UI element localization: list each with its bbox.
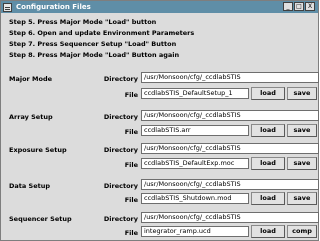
array-setup-save-button[interactable]: save <box>287 124 317 137</box>
data-setup-save-button[interactable]: save <box>287 192 317 205</box>
array-setup-file-label: File <box>124 128 138 136</box>
array-setup-load-button[interactable]: load <box>251 124 285 137</box>
sequencer-setup-file-field[interactable]: integrator_ramp.ucd <box>141 226 249 237</box>
data-setup-file-field[interactable]: ccdlabSTIS_Shutdown.mod <box>141 193 249 204</box>
exposure-setup-label: Exposure Setup <box>9 146 67 154</box>
major-mode-label: Major Mode <box>9 75 53 83</box>
window-title: Configuration Files <box>16 3 91 11</box>
sequencer-setup-label: Sequencer Setup <box>9 215 72 223</box>
step-5: Step 5. Press Major Mode "Load" button <box>9 18 157 26</box>
data-setup-directory-field[interactable]: /usr/Monsoon/cfg/_ccdlabSTIS <box>141 179 319 190</box>
array-setup-label: Array Setup <box>9 113 53 121</box>
maximize-button[interactable]: □ <box>294 2 304 11</box>
close-button[interactable]: X <box>305 2 315 11</box>
instructions: Step 5. Press Major Mode "Load" button S… <box>9 17 194 61</box>
step-7: Step 7. Press Sequencer Setup "Load" But… <box>9 40 177 48</box>
exposure-setup-directory-field[interactable]: /usr/Monsoon/cfg/_ccdlabSTIS <box>141 143 319 154</box>
array-setup-file-field[interactable]: ccdlabSTIS.arr <box>141 125 249 136</box>
major-mode-file-field[interactable]: ccdlabSTIS_DefaultSetup_1 <box>141 88 249 99</box>
configuration-files-window: Configuration Files _ □ X Step 5. Press … <box>0 0 319 241</box>
data-setup-file-label: File <box>124 196 138 204</box>
array-setup-directory-field[interactable]: /usr/Monsoon/cfg/_ccdlabSTIS <box>141 110 319 121</box>
system-menu-icon[interactable] <box>3 2 12 12</box>
sequencer-setup-load-button[interactable]: load <box>251 225 285 238</box>
major-mode-load-button[interactable]: load <box>251 87 285 100</box>
exposure-setup-file-label: File <box>124 161 138 169</box>
exposure-setup-load-button[interactable]: load <box>251 157 285 170</box>
minimize-button[interactable]: _ <box>283 2 293 11</box>
sequencer-setup-comp-button[interactable]: comp <box>287 225 317 238</box>
data-setup-directory-label: Directory <box>103 182 138 190</box>
major-mode-directory-field[interactable]: /usr/Monsoon/cfg/_ccdlabSTIS <box>141 72 319 83</box>
sequencer-setup-file-label: File <box>124 229 138 237</box>
step-6: Step 6. Open and update Environment Para… <box>9 29 195 37</box>
data-setup-load-button[interactable]: load <box>251 192 285 205</box>
array-setup-directory-label: Directory <box>103 113 138 121</box>
major-mode-directory-label: Directory <box>103 75 138 83</box>
exposure-setup-directory-label: Directory <box>103 146 138 154</box>
title-bar[interactable]: Configuration Files _ □ X <box>1 1 318 13</box>
data-setup-label: Data Setup <box>9 182 51 190</box>
sequencer-setup-directory-field[interactable]: /usr/Monsoon/cfg/_ccdlabSTIS <box>141 212 319 223</box>
exposure-setup-file-field[interactable]: ccdlabSTIS_DefaultExp.moc <box>141 158 249 169</box>
sequencer-setup-directory-label: Directory <box>103 215 138 223</box>
exposure-setup-save-button[interactable]: save <box>287 157 317 170</box>
major-mode-save-button[interactable]: save <box>287 87 317 100</box>
step-8: Step 8. Press Major Mode "Load" Button a… <box>9 51 180 59</box>
major-mode-file-label: File <box>124 91 138 99</box>
